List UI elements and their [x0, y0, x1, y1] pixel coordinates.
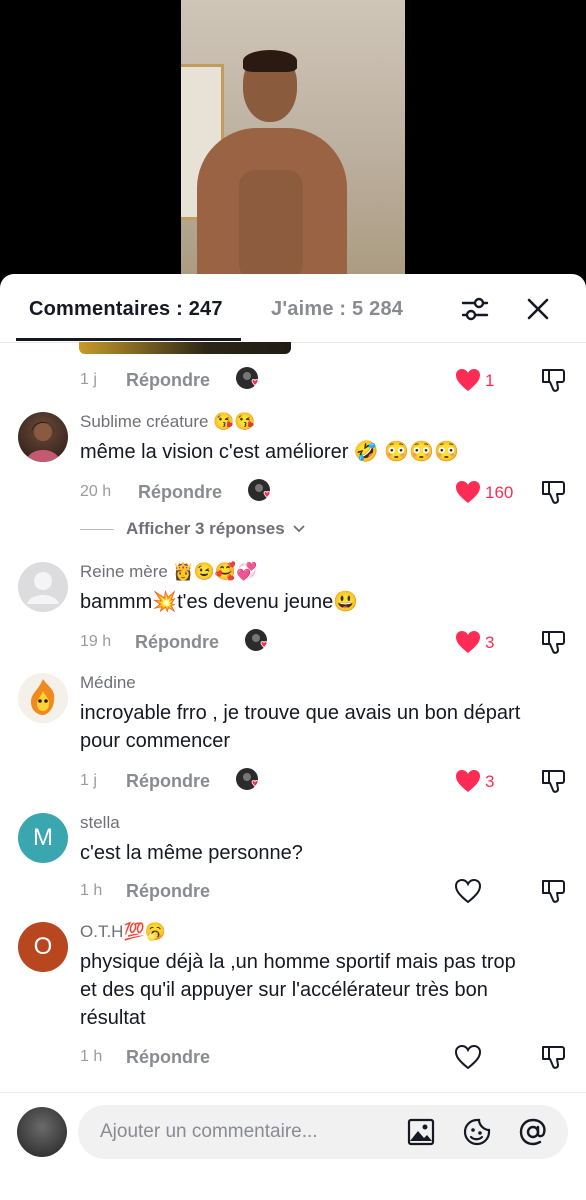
reply-button[interactable]: Répondre: [135, 632, 219, 653]
comment-input-placeholder: Ajouter un commentaire...: [100, 1121, 318, 1142]
filter-icon[interactable]: [458, 292, 492, 326]
avatar[interactable]: M: [18, 813, 68, 863]
heart-icon[interactable]: [454, 1044, 482, 1070]
divider: [80, 529, 114, 531]
like-count: 3: [485, 633, 495, 652]
reply-button[interactable]: Répondre: [126, 771, 210, 792]
comment-composer: Ajouter un commentaire...: [0, 1092, 586, 1200]
dislike-icon[interactable]: [540, 478, 566, 506]
comment-text: incroyable frro , je trouve que avais un…: [80, 702, 521, 752]
avatar[interactable]: [18, 562, 68, 612]
avatar[interactable]: [18, 673, 68, 723]
comment-time: 1 h: [80, 882, 103, 899]
reply-button[interactable]: Répondre: [138, 482, 222, 503]
comments-sheet: Commentaires : 247 J'aime : 5 284 1 j Ré…: [0, 274, 586, 1200]
creator-liked-icon: [248, 479, 271, 501]
active-tab-indicator: [16, 338, 241, 341]
like-count: 3: [485, 772, 495, 791]
avatar-photo-icon: [26, 422, 60, 462]
image-icon[interactable]: [406, 1117, 436, 1147]
comment-text: physique déjà la ,un homme sportif mais …: [80, 951, 516, 1029]
avatar-letter: O: [33, 933, 53, 960]
tab-comments[interactable]: Commentaires : 247: [29, 298, 223, 321]
heart-icon[interactable]: [454, 768, 482, 794]
creator-liked-icon: [236, 768, 259, 790]
view-replies-button[interactable]: Afficher 3 réponses: [80, 519, 306, 539]
comment-username[interactable]: Sublime créature 😘😘: [80, 412, 256, 432]
dislike-icon[interactable]: [540, 877, 566, 905]
comment-text: c'est la même personne?: [80, 842, 303, 864]
comment-list[interactable]: 1 j Répondre 1 Sublime créature 😘😘 même …: [0, 342, 586, 1092]
dislike-icon[interactable]: [540, 1043, 566, 1071]
like-count: 1: [485, 371, 495, 390]
reply-button[interactable]: Répondre: [126, 1047, 210, 1068]
creator-liked-icon: [236, 367, 259, 389]
flame-avatar-icon: [31, 679, 55, 715]
heart-icon[interactable]: [454, 479, 482, 505]
dislike-icon[interactable]: [540, 628, 566, 656]
comment-media-thumbnail[interactable]: [79, 342, 291, 354]
tab-likes[interactable]: J'aime : 5 284: [271, 298, 403, 321]
my-avatar[interactable]: [17, 1107, 67, 1157]
view-replies-label: Afficher 3 réponses: [126, 519, 285, 538]
heart-icon[interactable]: [454, 878, 482, 904]
reply-button[interactable]: Répondre: [126, 881, 210, 902]
reply-button[interactable]: Répondre: [126, 370, 210, 391]
mention-icon[interactable]: [518, 1117, 548, 1147]
comment-input[interactable]: Ajouter un commentaire...: [78, 1105, 568, 1159]
heart-icon[interactable]: [454, 367, 482, 393]
person-torso: [239, 170, 303, 280]
avatar[interactable]: [18, 412, 68, 462]
comment-time: 1 j: [80, 371, 97, 388]
creator-liked-icon: [245, 629, 268, 651]
video-preview[interactable]: [181, 0, 405, 290]
comment-time: 1 j: [80, 772, 97, 789]
dislike-icon[interactable]: [540, 767, 566, 795]
comment-time: 1 h: [80, 1048, 103, 1065]
comment-text: même la vision c'est améliorer 🤣 😳😳😳: [80, 441, 460, 463]
like-count: 160: [485, 483, 514, 502]
close-icon[interactable]: [521, 292, 555, 326]
chevron-down-icon: [293, 525, 306, 533]
default-avatar-icon: [27, 572, 59, 604]
heart-icon[interactable]: [454, 629, 482, 655]
comment-text: bammm💥t'es devenu jeune😃: [80, 591, 359, 613]
comment-username[interactable]: stella: [80, 813, 120, 833]
avatar-letter: M: [33, 824, 53, 851]
emoji-sticker-icon[interactable]: [462, 1117, 492, 1147]
comment-time: 19 h: [80, 633, 112, 650]
person-hair: [243, 50, 297, 72]
tab-bar: Commentaires : 247 J'aime : 5 284: [0, 274, 586, 343]
comment-username[interactable]: O.T.H💯🥱: [80, 922, 166, 942]
comment-username[interactable]: Reine mère 👸😉🥰💞: [80, 562, 257, 582]
comment-username[interactable]: Médine: [80, 673, 136, 693]
comment-time: 20 h: [80, 483, 112, 500]
avatar[interactable]: O: [18, 922, 68, 972]
dislike-icon[interactable]: [540, 366, 566, 394]
